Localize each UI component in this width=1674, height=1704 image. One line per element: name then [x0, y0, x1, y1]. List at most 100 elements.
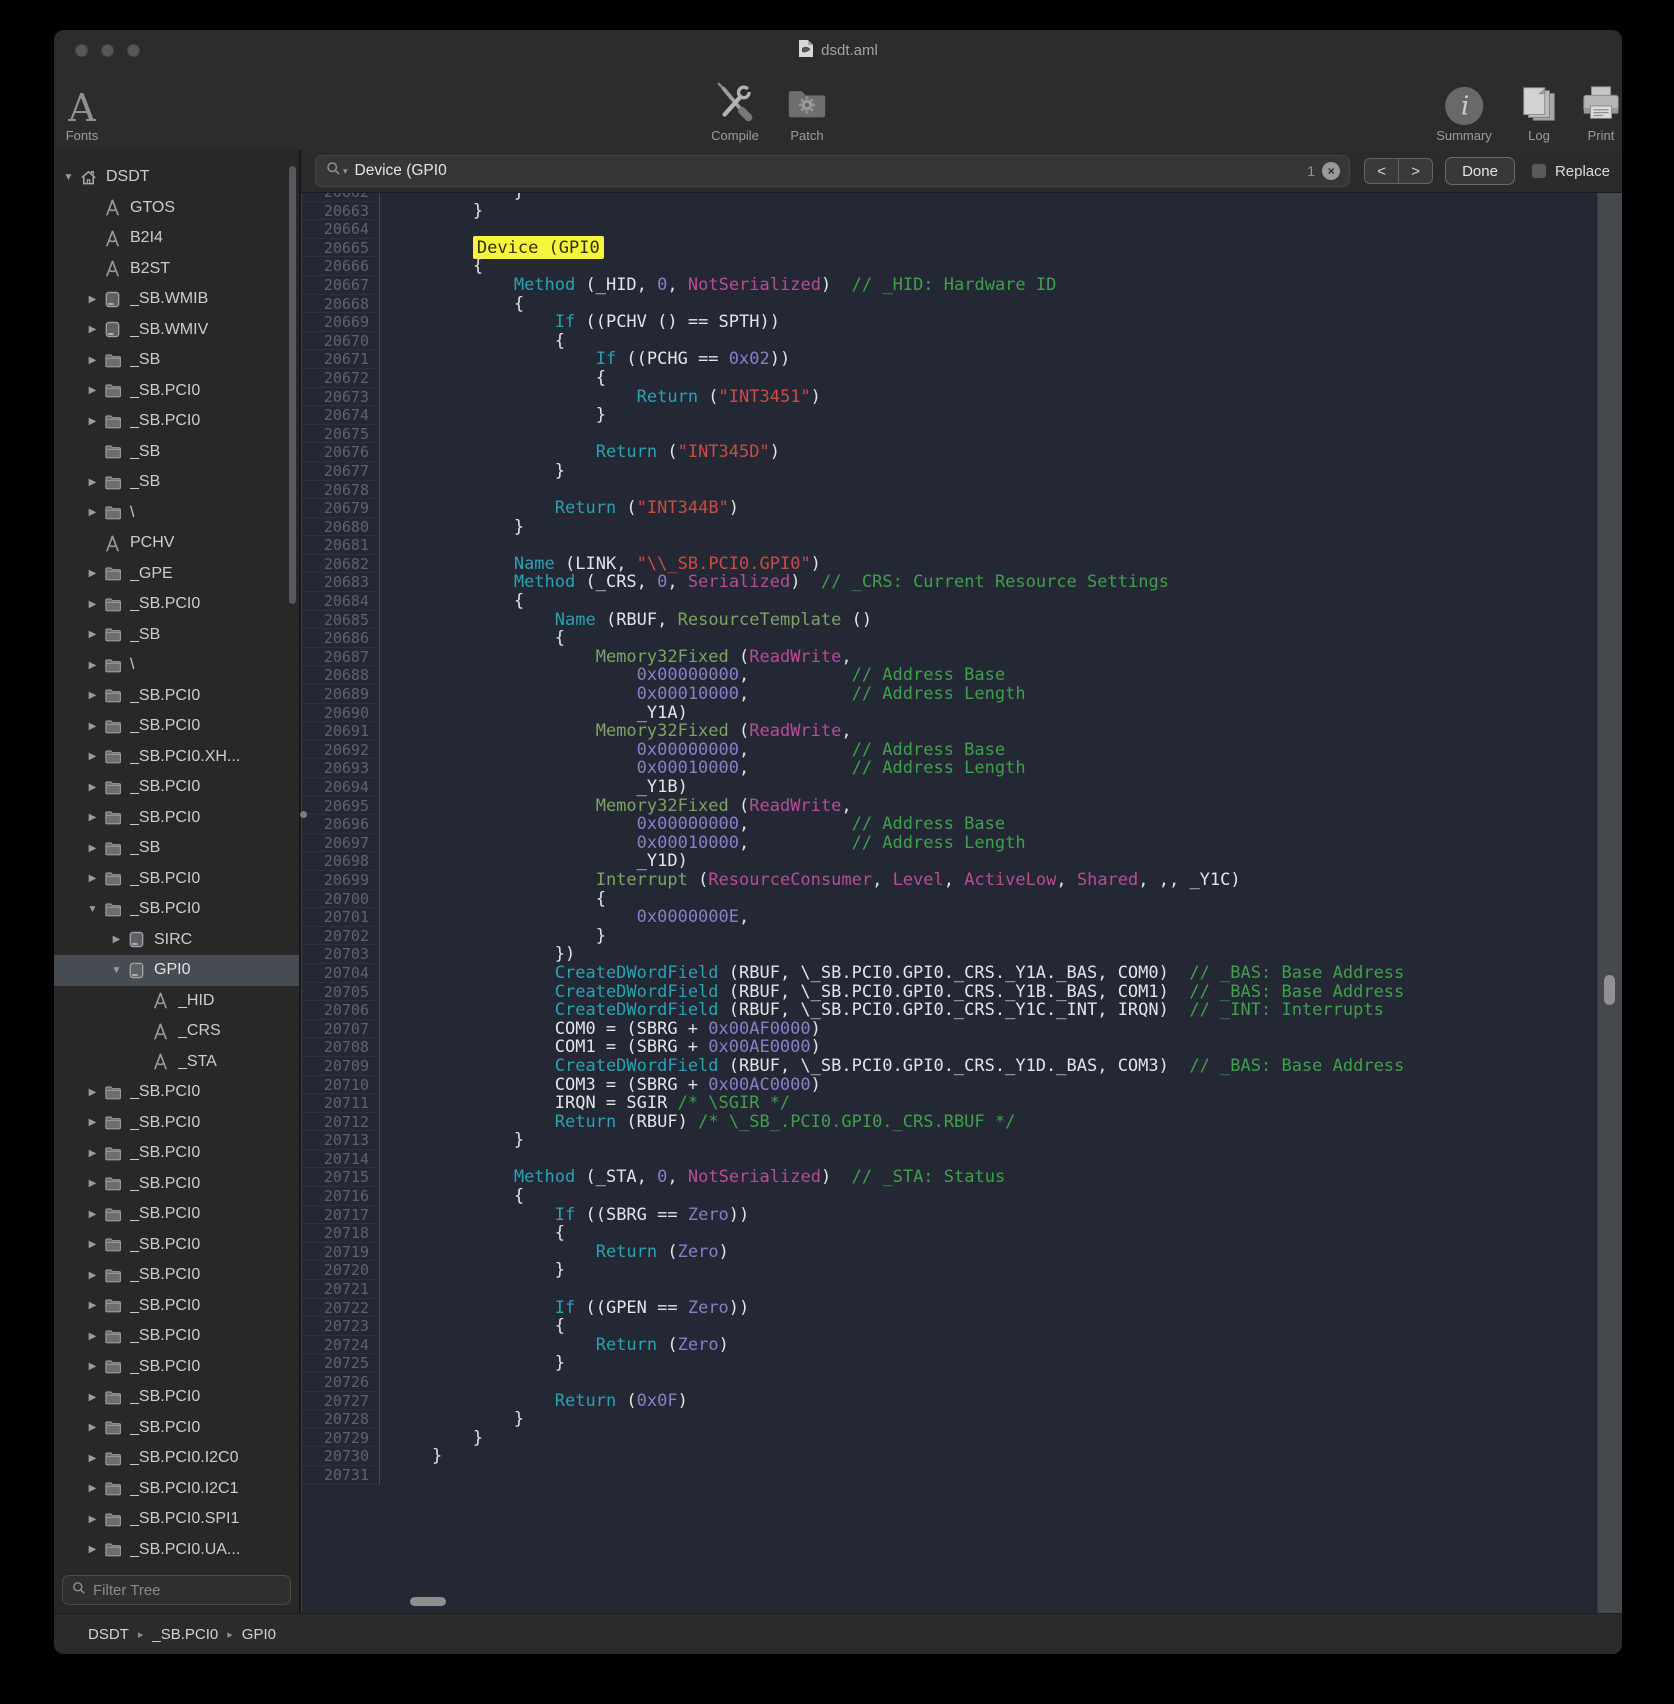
code-line[interactable]: 20710 COM3 = (SBRG + 0x00AC0000) [302, 1076, 1597, 1095]
breadcrumb-item-sbpci0[interactable]: _SB.PCI0 [152, 1626, 218, 1643]
filter-tree-input[interactable]: Filter Tree [62, 1575, 291, 1605]
code-line[interactable]: 20729 } [302, 1429, 1597, 1448]
breadcrumb-item-gpi0[interactable]: GPI0 [242, 1626, 276, 1643]
tree-row-sbpci0[interactable]: ▶_SB.PCI0 [54, 803, 299, 834]
code-line[interactable]: 20714 [302, 1150, 1597, 1169]
code-line[interactable]: 20700 { [302, 890, 1597, 909]
code-line[interactable]: 20691 Memory32Fixed (ReadWrite, [302, 722, 1597, 741]
tree-row-sbpci0[interactable]: ▶_SB.PCI0 [54, 1321, 299, 1352]
code-line[interactable]: 20686 { [302, 629, 1597, 648]
tree-row-[interactable]: ▶\ [54, 650, 299, 681]
disclosure-triangle-icon[interactable]: ▶ [83, 1422, 102, 1433]
tree-row-sb[interactable]: ▶_SB [54, 833, 299, 864]
tree-row-sbpci0[interactable]: ▶_SB.PCI0 [54, 1382, 299, 1413]
tree-row-sbpci0[interactable]: ▶_SB.PCI0 [54, 1260, 299, 1291]
vertical-scrollbar-thumb[interactable] [1604, 975, 1615, 1005]
disclosure-triangle-icon[interactable]: ▶ [83, 1544, 102, 1555]
tree-row-b2i4[interactable]: B2I4 [54, 223, 299, 254]
tree-row-hid[interactable]: _HID [54, 986, 299, 1017]
splitter-handle-dot[interactable] [300, 811, 307, 818]
tree-row-gpi0[interactable]: ▼GPI0 [54, 955, 299, 986]
code-line[interactable]: 20707 COM0 = (SBRG + 0x00AF0000) [302, 1020, 1597, 1039]
code-line[interactable]: 20698 _Y1D) [302, 852, 1597, 871]
patch-button[interactable]: Patch [784, 75, 830, 143]
disclosure-triangle-icon[interactable]: ▶ [83, 1331, 102, 1342]
breadcrumb-item-dsdt[interactable]: DSDT [88, 1626, 129, 1643]
tree-row-sbwmib[interactable]: ▶_SB.WMIB [54, 284, 299, 315]
disclosure-triangle-icon[interactable]: ▶ [83, 843, 102, 854]
tree-row-sbpci0[interactable]: ▶_SB.PCI0 [54, 1413, 299, 1444]
tree-row-sbpci0[interactable]: ▶_SB.PCI0 [54, 589, 299, 620]
disclosure-triangle-icon[interactable]: ▼ [107, 965, 126, 976]
code-line[interactable]: 20678 [302, 481, 1597, 500]
compile-button[interactable]: Compile [711, 75, 759, 143]
close-window-button[interactable] [75, 44, 88, 57]
disclosure-triangle-icon[interactable]: ▶ [83, 1087, 102, 1098]
code-line[interactable]: 20695 Memory32Fixed (ReadWrite, [302, 797, 1597, 816]
code-line[interactable]: 20666 { [302, 257, 1597, 276]
disclosure-triangle-icon[interactable]: ▶ [83, 721, 102, 732]
disclosure-triangle-icon[interactable]: ▶ [83, 355, 102, 366]
code-line[interactable]: 20730 } [302, 1447, 1597, 1466]
disclosure-triangle-icon[interactable]: ▼ [59, 172, 78, 183]
replace-checkbox[interactable] [1531, 163, 1547, 179]
code-line[interactable]: 20662 } [302, 193, 1597, 202]
tree-row-sirc[interactable]: ▶SIRC [54, 925, 299, 956]
code-line[interactable]: 20727 Return (0x0F) [302, 1392, 1597, 1411]
code-line[interactable]: 20697 0x00010000, // Address Length [302, 834, 1597, 853]
disclosure-triangle-icon[interactable]: ▶ [83, 1453, 102, 1464]
code-line[interactable]: 20676 Return ("INT345D") [302, 443, 1597, 462]
tree-row-sbpci0[interactable]: ▶_SB.PCI0 [54, 376, 299, 407]
code-line[interactable]: 20667 Method (_HID, 0, NotSerialized) //… [302, 276, 1597, 295]
code-line[interactable]: 20696 0x00000000, // Address Base [302, 815, 1597, 834]
tree-row-crs[interactable]: _CRS [54, 1016, 299, 1047]
code-line[interactable]: 20711 IRQN = SGIR /* \SGIR */ [302, 1094, 1597, 1113]
code-line[interactable]: 20717 If ((SBRG == Zero)) [302, 1206, 1597, 1225]
code-line[interactable]: 20722 If ((GPEN == Zero)) [302, 1299, 1597, 1318]
tree-row-sb[interactable]: ▶_SB [54, 620, 299, 651]
code-line[interactable]: 20669 If ((PCHV () == SPTH)) [302, 313, 1597, 332]
find-previous-button[interactable]: < [1365, 159, 1398, 183]
disclosure-triangle-icon[interactable]: ▶ [83, 660, 102, 671]
code-line[interactable]: 20685 Name (RBUF, ResourceTemplate () [302, 611, 1597, 630]
code-line[interactable]: 20726 [302, 1373, 1597, 1392]
zoom-window-button[interactable] [127, 44, 140, 57]
log-button[interactable]: Log [1517, 75, 1561, 143]
code-line[interactable]: 20668 { [302, 295, 1597, 314]
tree-row-dsdt[interactable]: ▼DSDT [54, 162, 299, 193]
disclosure-triangle-icon[interactable]: ▶ [83, 324, 102, 335]
tree-row-sbpci0[interactable]: ▶_SB.PCI0 [54, 711, 299, 742]
tree-row-sbpci0[interactable]: ▶_SB.PCI0 [54, 1169, 299, 1200]
tree-row-sb[interactable]: ▶_SB [54, 467, 299, 498]
code-line[interactable]: 20689 0x00010000, // Address Length [302, 685, 1597, 704]
disclosure-triangle-icon[interactable]: ▶ [83, 629, 102, 640]
code-line[interactable]: 20705 CreateDWordField (RBUF, \_SB.PCI0.… [302, 983, 1597, 1002]
disclosure-triangle-icon[interactable]: ▶ [83, 1209, 102, 1220]
done-button[interactable]: Done [1445, 157, 1515, 185]
find-input[interactable]: ▾ Device (GPI0 1 × [315, 155, 1350, 187]
tree-row-sbpci0[interactable]: ▶_SB.PCI0 [54, 864, 299, 895]
print-button[interactable]: Print [1579, 75, 1622, 143]
code-line[interactable]: 20682 Name (LINK, "\\_SB.PCI0.GPI0") [302, 555, 1597, 574]
code-line[interactable]: 20688 0x00000000, // Address Base [302, 666, 1597, 685]
code-line[interactable]: 20723 { [302, 1317, 1597, 1336]
search-menu-chevron-icon[interactable]: ▾ [343, 166, 348, 177]
code-line[interactable]: 20704 CreateDWordField (RBUF, \_SB.PCI0.… [302, 964, 1597, 983]
disclosure-triangle-icon[interactable]: ▶ [83, 477, 102, 488]
code-line[interactable]: 20692 0x00000000, // Address Base [302, 741, 1597, 760]
disclosure-triangle-icon[interactable]: ▶ [83, 507, 102, 518]
disclosure-triangle-icon[interactable]: ▶ [83, 1392, 102, 1403]
vertical-scrollbar-track[interactable] [1597, 193, 1622, 1613]
disclosure-triangle-icon[interactable]: ▶ [83, 1514, 102, 1525]
code-line[interactable]: 20718 { [302, 1224, 1597, 1243]
code-line[interactable]: 20679 Return ("INT344B") [302, 499, 1597, 518]
tree-row-sbpci0i2c1[interactable]: ▶_SB.PCI0.I2C1 [54, 1474, 299, 1505]
disclosure-triangle-icon[interactable]: ▶ [83, 751, 102, 762]
sidebar-scrollbar-thumb[interactable] [289, 166, 296, 604]
code-line[interactable]: 20693 0x00010000, // Address Length [302, 759, 1597, 778]
tree-row-sbpci0[interactable]: ▶_SB.PCI0 [54, 406, 299, 437]
code-line[interactable]: 20713 } [302, 1131, 1597, 1150]
code-editor[interactable]: 20662 }20663 }2066420665 Device (GPI0206… [301, 193, 1597, 1613]
tree-row-b2st[interactable]: B2ST [54, 254, 299, 285]
tree-row-sbwmiv[interactable]: ▶_SB.WMIV [54, 315, 299, 346]
